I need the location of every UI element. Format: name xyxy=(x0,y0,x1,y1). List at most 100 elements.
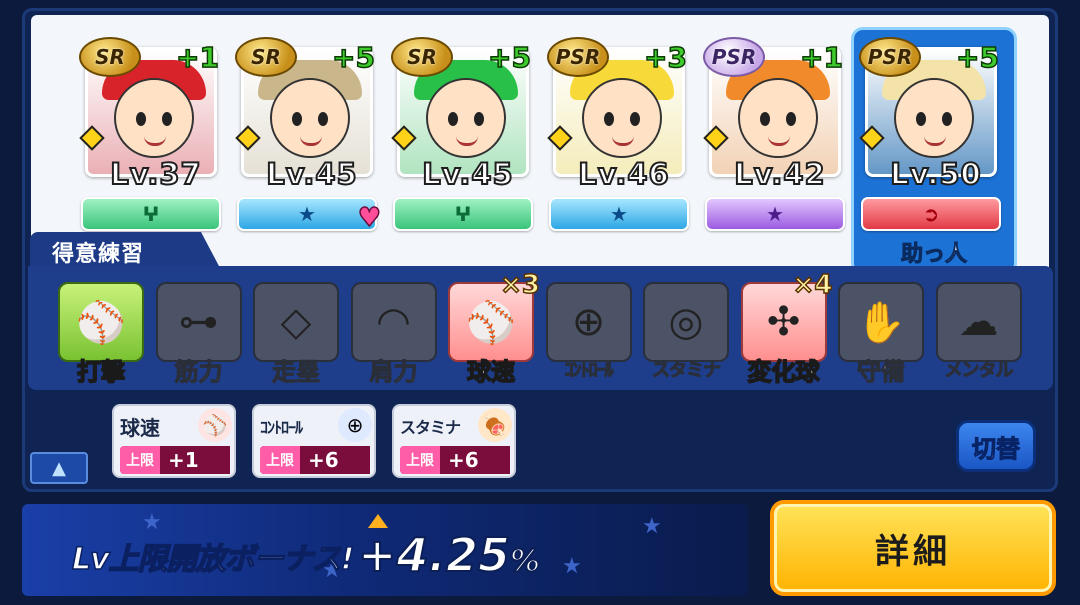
limit-name: スタミナ xyxy=(400,418,461,437)
skill-glyph: ✣ xyxy=(766,299,801,345)
mouth-icon xyxy=(924,136,946,146)
mental-icon: ☁ xyxy=(935,282,1022,362)
skill-glyph: ◎ xyxy=(668,299,704,345)
skill-name: 守備 xyxy=(857,358,906,387)
card-type-badge: ➲ xyxy=(861,197,1001,231)
eye-icon xyxy=(630,112,640,126)
limit-break-count: +5 xyxy=(331,40,375,75)
limit-bonus-banner: ★ ★ ★ ★ Lv上限開放ボーナス! +4.25% xyxy=(22,504,748,596)
star-icon: ★ xyxy=(562,554,582,579)
mouth-icon xyxy=(768,136,790,146)
multiplier-badge: ×4 xyxy=(792,269,833,301)
practice-skill: ☁ メンタル xyxy=(935,282,1022,386)
multiplier-badge: ×3 xyxy=(499,269,540,301)
skill-name: メンタル xyxy=(944,360,1014,382)
mouth-icon xyxy=(300,136,322,146)
type-icon: ⵖ xyxy=(142,202,160,226)
limit-value: +6 xyxy=(440,446,510,474)
type-icon: ⵖ xyxy=(454,202,472,226)
support-card[interactable]: PSR +3 Lv.46 ★ xyxy=(547,37,689,233)
practice-skill: ◇ 走塁 xyxy=(253,282,339,387)
limit-badge: 上限 +6 xyxy=(260,446,370,474)
glove-icon: ✋ xyxy=(838,282,924,362)
eye-icon xyxy=(292,112,302,126)
skill-name: 肩力 xyxy=(369,358,418,387)
limit-value: +6 xyxy=(300,446,370,474)
skill-glyph: ◠ xyxy=(376,299,411,345)
helper-label: 助っ人 xyxy=(900,242,967,268)
type-icon: ★ xyxy=(298,202,316,226)
eye-icon xyxy=(318,112,328,126)
practice-skill: ◠ 肩力 xyxy=(350,282,437,387)
bonus-number: +4.25 xyxy=(357,527,511,583)
card-level: Lv.46 xyxy=(577,156,670,192)
fastball-icon: ⚾ xyxy=(198,408,232,442)
character-face xyxy=(426,78,506,158)
limit-break-count: +1 xyxy=(799,40,843,75)
eye-icon xyxy=(916,112,926,126)
card-level: Lv.45 xyxy=(421,156,514,192)
eye-icon xyxy=(942,112,952,126)
support-card[interactable]: PSR +5 Lv.50 ➲ xyxy=(859,37,1001,233)
support-card[interactable]: SR +5 Lv.45 ★ ♥ xyxy=(235,37,382,234)
type-icon: ★ xyxy=(610,202,628,226)
practice-skill: ◎ スタミナ xyxy=(643,282,729,386)
character-face xyxy=(738,78,818,158)
limit-glyph: ⚾ xyxy=(202,413,228,437)
card-level: Lv.37 xyxy=(109,156,202,192)
chevron-up-icon: ▲ xyxy=(52,457,66,479)
type-icon: ➲ xyxy=(922,202,940,226)
limit-bonus-item: 球速 ⚾ 上限 +1 xyxy=(112,404,236,478)
mouth-icon xyxy=(144,136,166,146)
practice-skill: ✣ ×4 変化球 xyxy=(740,269,833,387)
limit-break-count: +1 xyxy=(175,40,219,75)
skill-glyph: ✋ xyxy=(856,299,906,346)
limit-bonus-item: ｺﾝﾄﾛｰﾙ ⊕ 上限 +6 xyxy=(252,404,376,478)
practice-tab-label: 得意練習 xyxy=(30,232,220,268)
skill-glyph: ◇ xyxy=(280,299,312,345)
limit-break-count: +5 xyxy=(487,40,531,75)
target-icon: ⊕ xyxy=(545,282,632,362)
support-card[interactable]: PSR +1 Lv.42 ★ xyxy=(703,37,845,233)
skill-name: ｺﾝﾄﾛｰﾙ xyxy=(564,360,614,382)
skill-glyph: ☁ xyxy=(958,299,999,345)
heart-icon: ♥ xyxy=(357,202,382,234)
bonus-unit: % xyxy=(509,543,541,580)
practice-skills-bar: ⚾ 打撃 ⊶ 筋力 ◇ 走塁 ◠ 肩力 ⚾ ×3 球速 ⊕ ｺﾝﾄﾛｰﾙ ◎ ス… xyxy=(28,266,1053,390)
rarity-badge: PSR xyxy=(547,37,609,77)
support-card[interactable]: SR +1 Lv.37 ⵖ xyxy=(79,37,221,233)
switch-button[interactable]: 切替 xyxy=(956,420,1036,472)
character-face xyxy=(582,78,662,158)
card-type-badge: ★ xyxy=(705,197,845,231)
star-icon: ★ xyxy=(642,514,662,539)
eye-icon xyxy=(448,112,458,126)
limit-badge-label: 上限 xyxy=(120,446,160,474)
rarity-badge: SR xyxy=(391,37,453,77)
collapse-button[interactable]: ▲ xyxy=(30,452,88,484)
eye-icon xyxy=(786,112,796,126)
practice-skill: ⊕ ｺﾝﾄﾛｰﾙ xyxy=(545,282,632,386)
practice-skill: ⚾ ×3 球速 xyxy=(448,269,541,387)
limit-glyph: 🍖 xyxy=(482,413,508,437)
rarity-badge: PSR xyxy=(703,37,765,77)
practice-skill: ⊶ 筋力 xyxy=(155,282,242,387)
eye-icon xyxy=(760,112,770,126)
limit-badge: 上限 +6 xyxy=(400,446,510,474)
skill-glyph: ⊕ xyxy=(571,299,606,345)
eye-icon xyxy=(162,112,172,126)
rarity-badge: SR xyxy=(79,37,141,77)
skill-name: 球速 xyxy=(466,357,516,387)
limit-break-count: +5 xyxy=(955,40,999,75)
character-face xyxy=(114,78,194,158)
limit-bonus-item: スタミナ 🍖 上限 +6 xyxy=(392,404,516,478)
skill-glyph: ⚾ xyxy=(466,299,516,346)
skill-name: 筋力 xyxy=(174,358,223,387)
type-icon: ★ xyxy=(766,202,784,226)
mouth-icon xyxy=(456,136,478,146)
skill-glyph: ⊶ xyxy=(178,299,219,345)
mouth-icon xyxy=(612,136,634,146)
card-type-badge: ★ xyxy=(549,197,689,231)
support-card[interactable]: SR +5 Lv.45 ⵖ xyxy=(391,37,533,233)
bonus-value: +4.25% xyxy=(357,527,541,583)
detail-button[interactable]: 詳細 xyxy=(770,500,1056,596)
